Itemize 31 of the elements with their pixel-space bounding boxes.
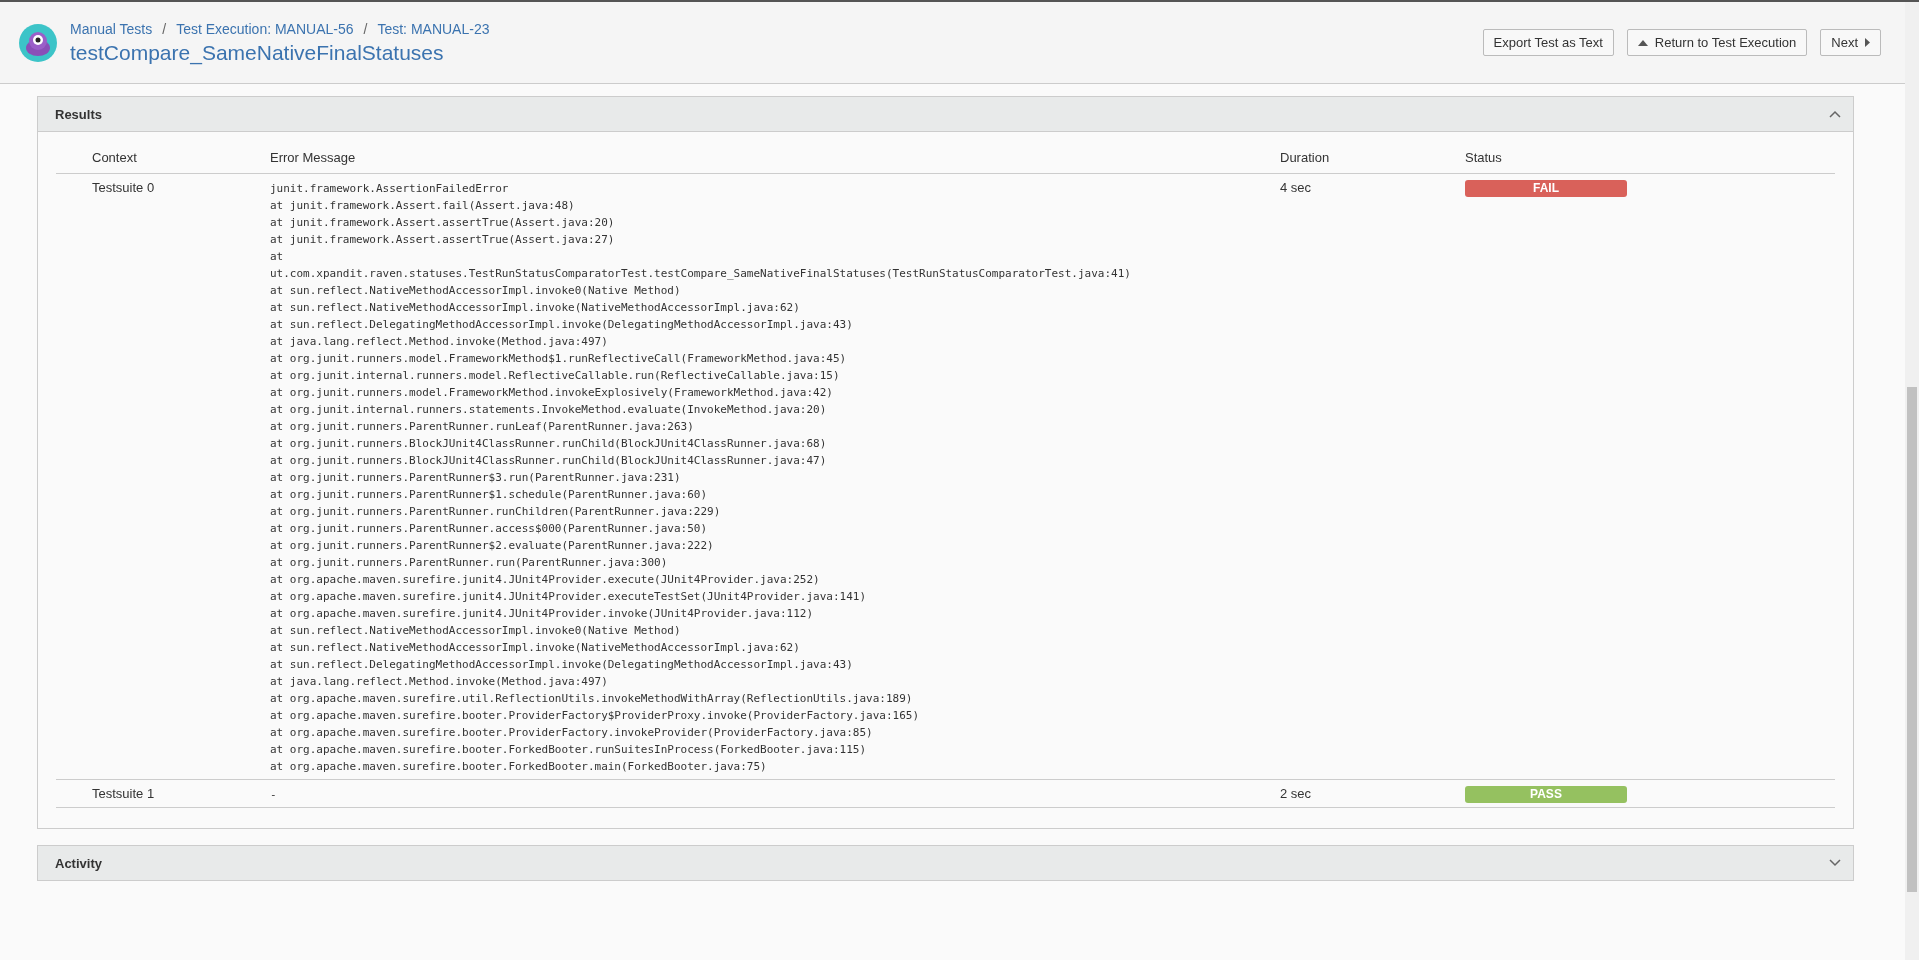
status-badge: PASS	[1465, 786, 1627, 803]
breadcrumb-link[interactable]: Test Execution: MANUAL-56	[176, 20, 354, 37]
caret-right-icon	[1865, 38, 1870, 47]
chevron-icon[interactable]	[1829, 859, 1841, 867]
status-badge: FAIL	[1465, 180, 1627, 197]
test-title: testCompare_SameNativeFinalStatuses	[70, 40, 445, 65]
breadcrumb-separator: /	[363, 20, 368, 37]
return-button[interactable]: Return to Test Execution	[1626, 29, 1808, 56]
panel-title: Results	[55, 106, 102, 122]
table-cell: Testsuite 0	[92, 180, 155, 195]
scrollbar[interactable]	[1905, 2, 1919, 960]
panel-header[interactable]: Results	[38, 97, 1853, 132]
column-header: Context	[92, 150, 137, 165]
column-header: Duration	[1280, 150, 1330, 165]
table-cell: 2 sec	[1280, 786, 1312, 801]
breadcrumb-separator: /	[162, 20, 167, 37]
export-button[interactable]: Export Test as Text	[1482, 29, 1614, 56]
panel-header[interactable]: Activity	[38, 846, 1853, 880]
table-cell: Testsuite 1	[92, 786, 155, 801]
error-message: junit.framework.AssertionFailedError at junit.framework.Assert.fail(Assert.java:48) at junit.framework.Assert.assertTrue(Assert.java:20) at junit.framework.Assert.assertTrue(Assert.java:27) at ut.com.xpandit.raven.statuses.TestRunStatusComparatorTest.testCompare_SameNativeFinalStatuses(TestRunStatusComparatorTest.java:41) at sun.reflect.NativeMethodAccessorImpl.invoke0(Native Method) at sun.reflect.NativeMethodAccessorImpl.invoke(NativeMethodAccessorImpl.java:62) at sun.reflect.DelegatingMethodAccessorImpl.invoke(DelegatingMethodAccessorImpl.java:43) at java.lang.reflect.Method.invoke(Method.java:497) at org.junit.runners.model.FrameworkMethod$1.runReflectiveCall(FrameworkMethod.java:45) at org.junit.internal.runners.model.ReflectiveCallable.run(ReflectiveCallable.java:15) at org.junit.runners.model.FrameworkMethod.invokeExplosively(FrameworkMethod.java:42) at org.junit.internal.runners.statements.InvokeMethod.evaluate(InvokeMethod.java:20) at org.junit.runners.ParentRunner.runLeaf(ParentRunner.java:263) at org.junit.runners.BlockJUnit4ClassRunner.runChild(BlockJUnit4ClassRunner.java:68) at org.junit.runners.BlockJUnit4ClassRunner.runChild(BlockJUnit4ClassRunner.java:47) at org.junit.runners.ParentRunner$3.run(ParentRunner.java:231) at org.junit.runners.ParentRunner$1.schedule(ParentRunner.java:60) at org.junit.runners.ParentRunner.runChildren(ParentRunner.java:229) at org.junit.runners.ParentRunner.access$000(ParentRunner.java:50) at org.junit.runners.ParentRunner$2.evaluate(ParentRunner.java:222) at org.junit.runners.ParentRunner.run(ParentRunner.java:300) at org.apache.maven.surefire.junit4.JUnit4Provider.execute(JUnit4Provider.java:252) at org.apache.maven.surefire.junit4.JUnit4Provider.executeTestSet(JUnit4Provider.java:141) at org.apache.maven.surefire.junit4.JUnit4Provider.invoke(JUnit4Provider.java:112) at sun.reflect.NativeMethodAccessorImpl.invoke0(Native Method) at sun.reflect.NativeMethodAccessorImpl.invoke(NativeMethodAccessorImpl.java:62) at sun.reflect.DelegatingMethodAccessorImpl.invoke(DelegatingMethodAccessorImpl.java:43) at java.lang.reflect.Method.invoke(Method.java:497) at org.apache.maven.surefire.util.ReflectionUtils.invokeMethodWithArray(ReflectionUtils.java:189) at org.apache.maven.surefire.booter.ProviderFactory$ProviderProxy.invoke(ProviderFactory.java:165) at org.apache.maven.surefire.booter.ProviderFactory.invokeProvider(ProviderFactory.java:85) at org.apache.maven.surefire.booter.ForkedBooter.runSuitesInProcess(ForkedBooter.java:115) at org.apache.maven.surefire.booter.ForkedBooter.main(ForkedBooter.java:75)	[270, 181, 1132, 775]
table-cell: 4 sec	[1280, 180, 1312, 195]
caret-up-icon	[1637, 39, 1648, 46]
chevron-icon[interactable]	[1829, 110, 1841, 118]
alien-logo-icon	[18, 22, 58, 63]
error-message: -	[270, 787, 278, 803]
panel-title: Activity	[55, 855, 102, 871]
next-button[interactable]: Next	[1820, 29, 1881, 56]
column-header: Error Message	[270, 150, 356, 165]
column-header: Status	[1465, 150, 1502, 165]
breadcrumb-link[interactable]: Test: MANUAL-23	[377, 20, 490, 37]
breadcrumb-link[interactable]: Manual Tests	[70, 20, 153, 37]
